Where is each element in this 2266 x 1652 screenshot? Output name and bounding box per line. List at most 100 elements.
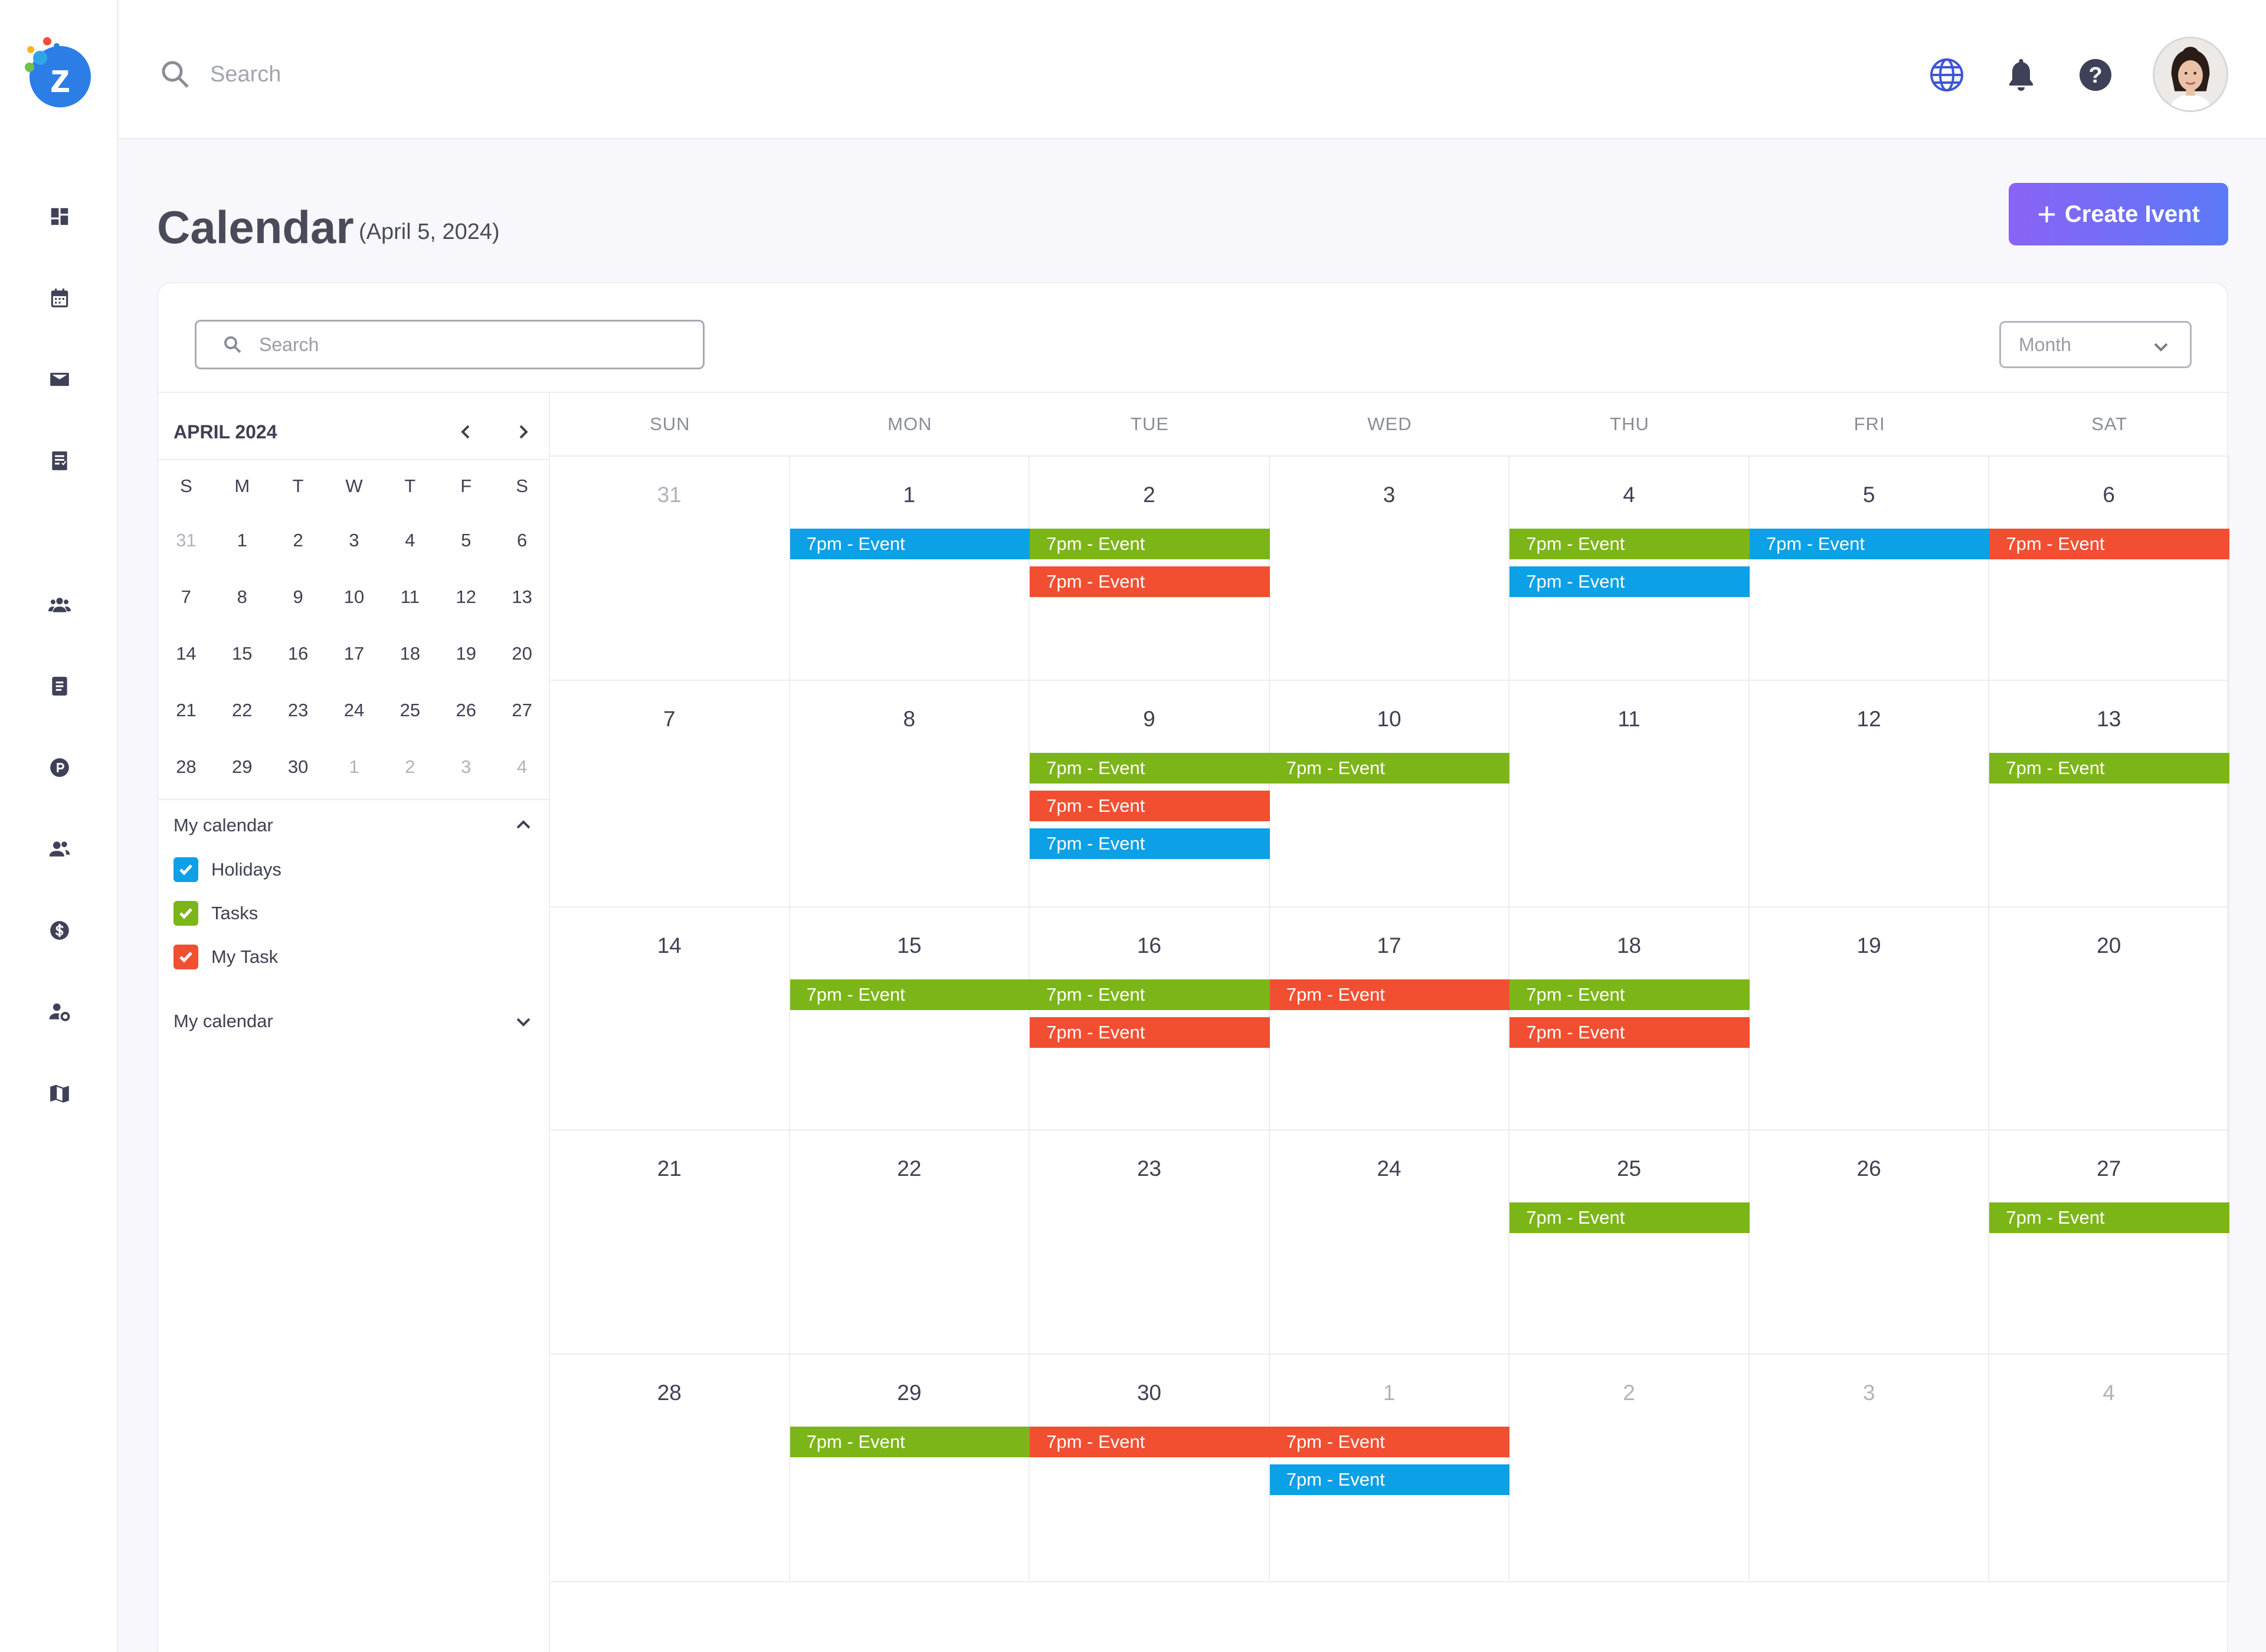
mini-day[interactable]: 31 bbox=[158, 512, 214, 569]
mini-day[interactable]: 11 bbox=[382, 569, 438, 625]
mini-day[interactable]: 4 bbox=[494, 739, 550, 795]
mini-day[interactable]: 10 bbox=[326, 569, 382, 625]
mini-day[interactable]: 14 bbox=[158, 625, 214, 682]
event-chip[interactable]: 7pm - Event bbox=[1030, 753, 1270, 784]
create-event-button[interactable]: + Create Ivent bbox=[2009, 183, 2228, 245]
mini-day[interactable]: 30 bbox=[270, 739, 326, 795]
mini-day[interactable]: 18 bbox=[382, 625, 438, 682]
day-cell[interactable]: 4 bbox=[1989, 1355, 2229, 1582]
day-cell[interactable]: 29 7pm - Event bbox=[790, 1355, 1030, 1582]
day-cell[interactable]: 27 7pm - Event bbox=[1989, 1130, 2229, 1355]
mini-day[interactable]: 3 bbox=[438, 739, 494, 795]
mini-day[interactable]: 1 bbox=[214, 512, 270, 569]
day-cell[interactable]: 26 bbox=[1749, 1130, 1990, 1355]
user-avatar[interactable] bbox=[2153, 37, 2228, 112]
day-cell[interactable]: 21 bbox=[550, 1130, 790, 1355]
day-cell[interactable]: 2 7pm - Event 7pm - Event bbox=[1030, 457, 1270, 681]
mini-day[interactable]: 24 bbox=[326, 682, 382, 739]
dollar-icon[interactable] bbox=[47, 918, 72, 943]
event-chip[interactable]: 7pm - Event bbox=[1030, 828, 1270, 859]
mini-day[interactable]: 2 bbox=[382, 739, 438, 795]
mini-day[interactable]: 28 bbox=[158, 739, 214, 795]
globe-icon[interactable] bbox=[1928, 57, 1965, 93]
mini-day[interactable]: 7 bbox=[158, 569, 214, 625]
mini-day[interactable]: 27 bbox=[494, 682, 550, 739]
mini-day[interactable]: 26 bbox=[438, 682, 494, 739]
event-chip[interactable]: 7pm - Event bbox=[1030, 529, 1270, 559]
day-cell[interactable]: 24 bbox=[1269, 1130, 1510, 1355]
event-chip[interactable]: 7pm - Event bbox=[1989, 753, 2229, 784]
global-search[interactable]: Search bbox=[159, 57, 281, 92]
checkbox[interactable] bbox=[173, 945, 198, 969]
day-cell[interactable]: 15 7pm - Event bbox=[790, 907, 1030, 1130]
mini-day[interactable]: 12 bbox=[438, 569, 494, 625]
dashboard-icon[interactable] bbox=[47, 204, 72, 229]
day-cell[interactable]: 12 bbox=[1749, 681, 1990, 907]
day-cell[interactable]: 28 bbox=[550, 1355, 790, 1582]
team-icon[interactable] bbox=[47, 592, 72, 617]
mini-day[interactable]: 16 bbox=[270, 625, 326, 682]
mini-day[interactable]: 15 bbox=[214, 625, 270, 682]
event-chip[interactable]: 7pm - Event bbox=[1030, 566, 1270, 597]
event-chip[interactable]: 7pm - Event bbox=[1989, 529, 2229, 559]
event-chip[interactable]: 7pm - Event bbox=[1509, 979, 1750, 1010]
user-settings-icon[interactable] bbox=[47, 999, 72, 1024]
day-cell[interactable]: 17 7pm - Event bbox=[1269, 907, 1510, 1130]
day-cell[interactable]: 6 7pm - Event bbox=[1989, 457, 2229, 681]
mini-day[interactable]: 9 bbox=[270, 569, 326, 625]
mini-day[interactable]: 13 bbox=[494, 569, 550, 625]
mini-day[interactable]: 5 bbox=[438, 512, 494, 569]
event-chip[interactable]: 7pm - Event bbox=[1269, 1464, 1510, 1495]
mini-day[interactable]: 6 bbox=[494, 512, 550, 569]
task-list-icon[interactable] bbox=[47, 448, 72, 473]
mail-icon[interactable] bbox=[47, 367, 72, 392]
event-chip[interactable]: 7pm - Event bbox=[1749, 529, 1990, 559]
event-chip[interactable]: 7pm - Event bbox=[1030, 791, 1270, 821]
checkbox[interactable] bbox=[173, 857, 198, 882]
event-chip[interactable]: 7pm - Event bbox=[1030, 1427, 1270, 1457]
day-cell[interactable]: 14 bbox=[550, 907, 790, 1130]
map-icon[interactable] bbox=[47, 1081, 72, 1106]
parking-icon[interactable] bbox=[47, 755, 72, 780]
mini-day[interactable]: 22 bbox=[214, 682, 270, 739]
event-chip[interactable]: 7pm - Event bbox=[790, 1427, 1030, 1457]
document-icon[interactable] bbox=[47, 674, 72, 699]
help-icon[interactable]: ? bbox=[2077, 57, 2114, 93]
next-month-button[interactable] bbox=[505, 414, 541, 450]
event-chip[interactable]: 7pm - Event bbox=[1509, 1017, 1750, 1048]
mini-day[interactable]: 23 bbox=[270, 682, 326, 739]
day-cell[interactable]: 16 7pm - Event 7pm - Event bbox=[1030, 907, 1270, 1130]
day-cell[interactable]: 1 7pm - Event 7pm - Event bbox=[1269, 1355, 1510, 1582]
day-cell[interactable]: 1 7pm - Event bbox=[790, 457, 1030, 681]
day-cell[interactable]: 8 bbox=[790, 681, 1030, 907]
day-cell[interactable]: 2 bbox=[1509, 1355, 1750, 1582]
day-cell[interactable]: 7 bbox=[550, 681, 790, 907]
mini-day[interactable]: 2 bbox=[270, 512, 326, 569]
day-cell[interactable]: 23 bbox=[1030, 1130, 1270, 1355]
day-cell[interactable]: 5 7pm - Event bbox=[1749, 457, 1990, 681]
calendar-filter-my-task[interactable]: My Task bbox=[173, 943, 278, 971]
mini-day[interactable]: 21 bbox=[158, 682, 214, 739]
mini-day[interactable]: 29 bbox=[214, 739, 270, 795]
global-search-input[interactable]: Search bbox=[210, 62, 281, 87]
day-cell[interactable]: 9 7pm - Event 7pm - Event 7pm - Event bbox=[1030, 681, 1270, 907]
my-calendar-section-toggle-2[interactable]: My calendar bbox=[173, 1007, 533, 1036]
day-cell[interactable]: 30 7pm - Event bbox=[1030, 1355, 1270, 1582]
bell-icon[interactable] bbox=[2003, 57, 2039, 93]
day-cell[interactable]: 13 7pm - Event bbox=[1989, 681, 2229, 907]
mini-day[interactable]: 25 bbox=[382, 682, 438, 739]
mini-day[interactable]: 3 bbox=[326, 512, 382, 569]
mini-day[interactable]: 1 bbox=[326, 739, 382, 795]
calendar-filter-tasks[interactable]: Tasks bbox=[173, 899, 258, 927]
day-cell[interactable]: 19 bbox=[1749, 907, 1990, 1130]
day-cell[interactable]: 22 bbox=[790, 1130, 1030, 1355]
calendar-filter-holidays[interactable]: Holidays bbox=[173, 856, 281, 884]
event-chip[interactable]: 7pm - Event bbox=[1509, 566, 1750, 597]
prev-month-button[interactable] bbox=[448, 414, 484, 450]
mini-day[interactable]: 20 bbox=[494, 625, 550, 682]
view-select[interactable]: Month bbox=[1999, 321, 2192, 368]
event-chip[interactable]: 7pm - Event bbox=[1030, 979, 1270, 1010]
mini-day[interactable]: 17 bbox=[326, 625, 382, 682]
day-cell[interactable]: 11 bbox=[1509, 681, 1750, 907]
mini-day[interactable]: 19 bbox=[438, 625, 494, 682]
